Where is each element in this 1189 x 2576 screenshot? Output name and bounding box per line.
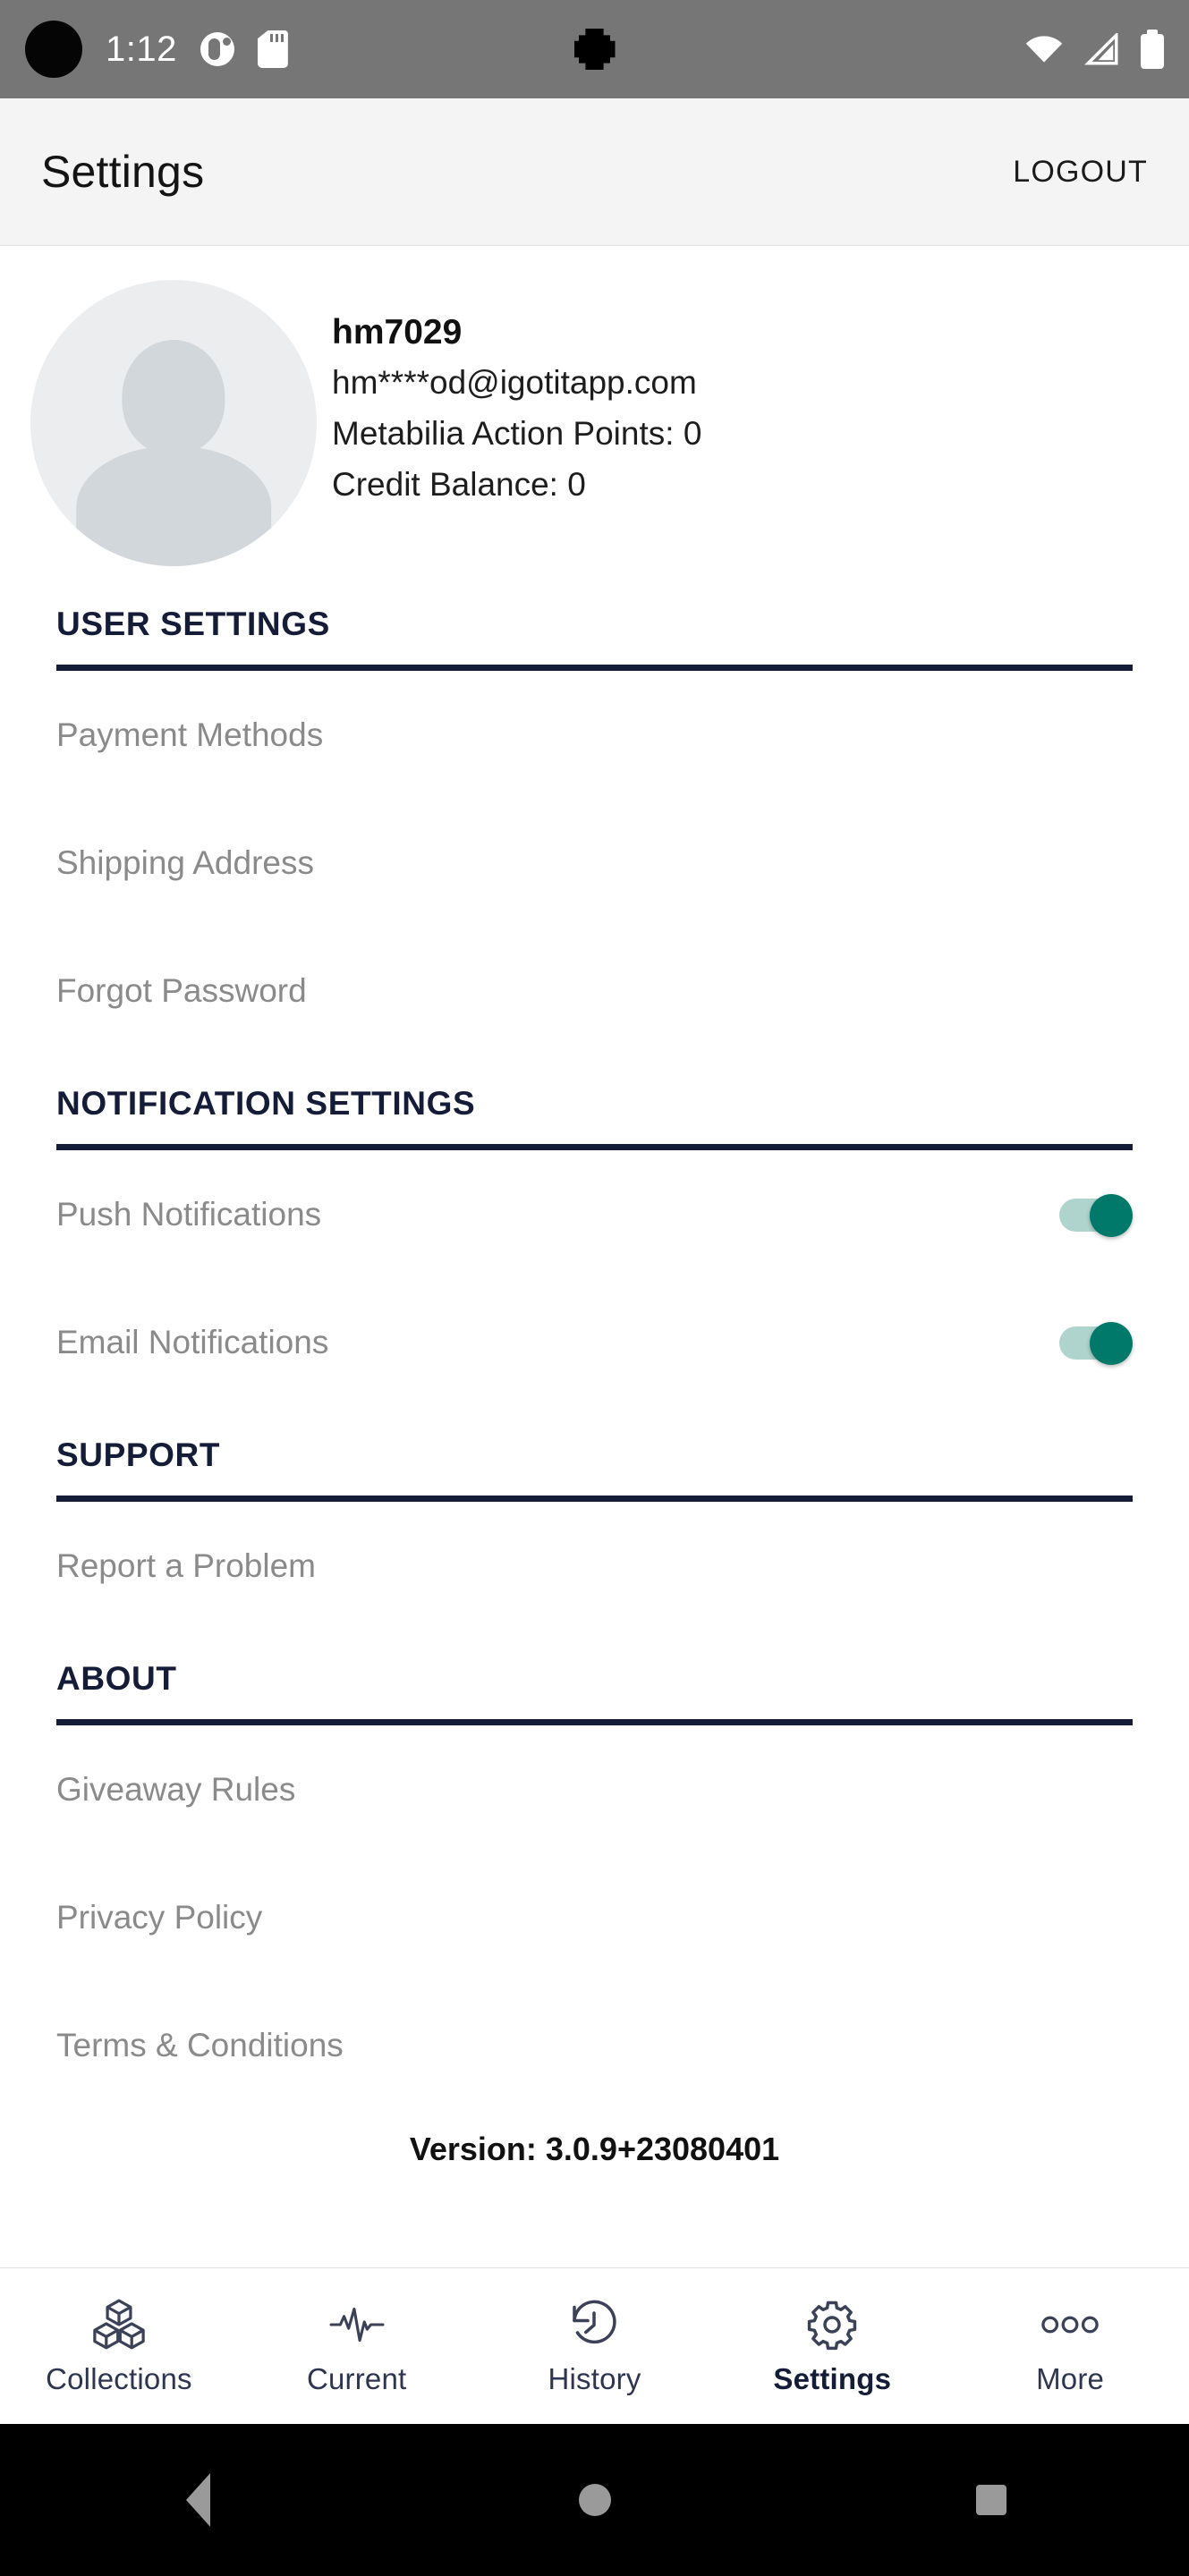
menu-item-label: Shipping Address xyxy=(56,843,314,881)
push-notifications-toggle[interactable] xyxy=(1059,1193,1133,1237)
cellular-signal-icon xyxy=(1084,33,1118,65)
menu-item-label: Giveaway Rules xyxy=(56,1770,296,1808)
menu-item-label: Push Notifications xyxy=(56,1195,322,1233)
nav-item-collections[interactable]: Collections xyxy=(0,2297,238,2396)
menu-item-terms-and-conditions[interactable]: Terms & Conditions xyxy=(56,1981,1133,2109)
status-bar-left: 1:12 xyxy=(25,21,288,78)
menu-item-forgot-password[interactable]: Forgot Password xyxy=(56,927,1133,1055)
pulse-icon xyxy=(329,2297,385,2352)
menu-item-label: Report a Problem xyxy=(56,1546,316,1584)
home-button[interactable] xyxy=(396,2484,793,2516)
recent-apps-button[interactable] xyxy=(793,2485,1189,2515)
profile-card: hm7029 hm****od@igotitapp.com Metabilia … xyxy=(0,246,1189,566)
nav-label: More xyxy=(1036,2361,1105,2395)
section-heading-support: SUPPORT xyxy=(56,1436,1133,1502)
menu-item-shipping-address[interactable]: Shipping Address xyxy=(56,799,1133,927)
app-screen: 1:12 Settings LOGOUT hm7029 hm****od@igo… xyxy=(0,0,1189,2576)
app-version-text: Version: 3.0.9+23080401 xyxy=(409,2131,780,2167)
sdcard-icon xyxy=(257,30,288,68)
android-system-navigation xyxy=(0,2424,1189,2576)
menu-item-email-notifications[interactable]: Email Notifications xyxy=(56,1278,1133,1406)
profile-username: hm7029 xyxy=(332,313,463,352)
avatar-head-shape xyxy=(122,340,225,455)
nav-item-settings[interactable]: Settings xyxy=(713,2297,951,2396)
back-triangle-icon xyxy=(186,2473,210,2527)
menu-item-push-notifications[interactable]: Push Notifications xyxy=(56,1150,1133,1278)
avatar[interactable] xyxy=(30,280,317,566)
profile-credit-balance: Credit Balance: 0 xyxy=(332,466,586,504)
toggle-thumb xyxy=(1090,1321,1133,1365)
battery-icon xyxy=(1141,30,1164,69)
three-dots-icon xyxy=(1040,2297,1100,2352)
section-heading-user-settings: USER SETTINGS xyxy=(56,606,1133,671)
recents-square-icon xyxy=(975,2485,1006,2515)
email-notifications-toggle[interactable] xyxy=(1059,1321,1133,1365)
menu-item-label: Email Notifications xyxy=(56,1323,329,1360)
profile-action-points: Metabilia Action Points: 0 xyxy=(332,414,702,452)
menu-item-label: Payment Methods xyxy=(56,716,324,753)
notch-indicator-icon xyxy=(573,29,616,70)
nav-label: Current xyxy=(306,2361,407,2395)
nav-item-current[interactable]: Current xyxy=(238,2297,476,2396)
nav-item-more[interactable]: More xyxy=(951,2297,1189,2396)
section-heading-notification-settings: NOTIFICATION SETTINGS xyxy=(56,1085,1133,1150)
profile-email: hm****od@igotitapp.com xyxy=(332,363,697,401)
page-title: Settings xyxy=(41,147,205,197)
cubes-icon xyxy=(91,2297,147,2352)
gear-icon xyxy=(805,2297,859,2352)
do-not-disturb-icon xyxy=(200,32,234,66)
logout-button[interactable]: LOGOUT xyxy=(1013,155,1148,190)
settings-scroll-area[interactable]: hm7029 hm****od@igotitapp.com Metabilia … xyxy=(0,246,1189,2267)
profile-details: hm7029 hm****od@igotitapp.com Metabilia … xyxy=(317,280,701,511)
menu-item-giveaway-rules[interactable]: Giveaway Rules xyxy=(56,1725,1133,1853)
nav-label: History xyxy=(548,2361,641,2395)
home-circle-icon xyxy=(578,2484,611,2516)
section-heading-about: ABOUT xyxy=(56,1660,1133,1725)
bottom-navigation-bar: Collections Current History Settings Mor… xyxy=(0,2267,1189,2424)
menu-item-label: Terms & Conditions xyxy=(56,2026,344,2063)
toggle-thumb xyxy=(1090,1193,1133,1237)
status-bar: 1:12 xyxy=(0,0,1189,98)
wifi-icon xyxy=(1025,36,1063,63)
avatar-body-shape xyxy=(76,445,271,566)
nav-label: Collections xyxy=(46,2361,192,2395)
status-bar-right xyxy=(1024,30,1164,69)
status-bar-clock: 1:12 xyxy=(106,30,177,69)
menu-item-label: Forgot Password xyxy=(56,971,307,1009)
menu-item-payment-methods[interactable]: Payment Methods xyxy=(56,671,1133,799)
menu-item-label: Privacy Policy xyxy=(56,1898,263,1936)
app-bar: Settings LOGOUT xyxy=(0,98,1189,246)
nav-item-history[interactable]: History xyxy=(476,2297,714,2396)
nav-label: Settings xyxy=(773,2361,892,2395)
clock-rotate-icon xyxy=(567,2297,621,2352)
front-camera-punch-hole xyxy=(25,21,82,78)
back-button[interactable] xyxy=(0,2473,396,2527)
menu-item-report-a-problem[interactable]: Report a Problem xyxy=(56,1502,1133,1630)
menu-item-privacy-policy[interactable]: Privacy Policy xyxy=(56,1853,1133,1981)
